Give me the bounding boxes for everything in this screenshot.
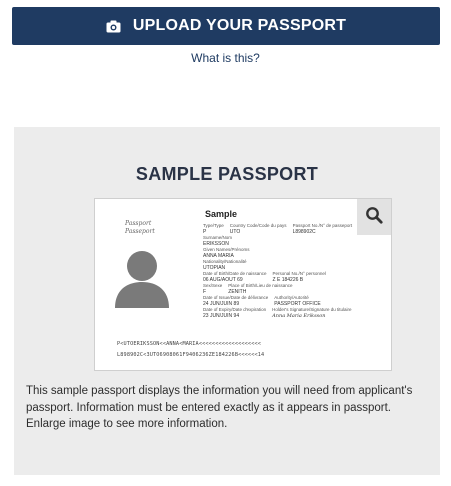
upload-passport-label: UPLOAD YOUR PASSPORT: [132, 17, 347, 34]
passport-sample-label: Sample: [205, 209, 238, 219]
upload-passport-button[interactable]: UPLOAD YOUR PASSPORT: [12, 7, 440, 45]
sample-passport-title: SAMPLE PASSPORT: [135, 164, 319, 184]
sample-passport-panel: SAMPLE PASSPORT Passport Passeport Sampl…: [14, 127, 440, 475]
passport-mrz-line-2: L898902C<3UTO6908061F9406236ZE184226B<<<…: [117, 352, 265, 358]
passport-photo-silhouette: [113, 246, 171, 313]
enlarge-image-button[interactable]: [357, 199, 391, 235]
camera-icon: [106, 20, 121, 33]
what-is-this-link[interactable]: What is this?: [0, 51, 451, 65]
sample-passport-image[interactable]: Passport Passeport Sample Type/Type P Cou…: [94, 198, 392, 371]
passport-header: Passport Passeport: [125, 220, 155, 235]
passport-fields: Type/Type P Country Code/Code du pays UTO …: [203, 223, 353, 319]
passport-mrz-line-1: P<UTOERIKSSON<<ANNA<MARIA<<<<<<<<<<<<<<<…: [117, 341, 262, 347]
magnifier-icon: [365, 206, 383, 229]
sample-passport-description: This sample passport displays the inform…: [26, 385, 413, 430]
